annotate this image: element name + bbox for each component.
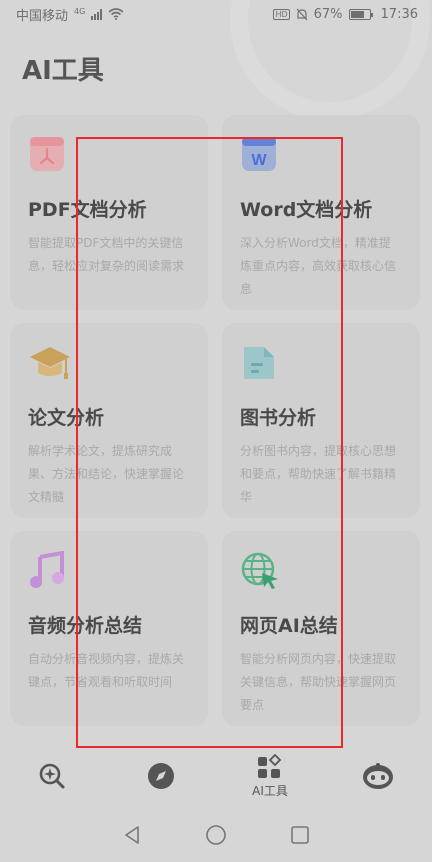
recents-button[interactable]: [285, 820, 315, 850]
wifi-icon: [108, 8, 124, 20]
network-type: 4G: [74, 6, 86, 16]
card-title: 图书分析: [240, 407, 317, 429]
card-title: 音频分析总结: [28, 615, 143, 637]
card-description: 分析图书内容，提取核心思想和要点，帮助快速了解书籍精华: [240, 444, 397, 504]
card-word-analysis[interactable]: W Word文档分析 深入分析Word文档，精准提炼重点内容，高效获取核心信息: [222, 115, 420, 310]
pdf-icon: [28, 135, 68, 175]
status-left: 中国移动 4G: [16, 5, 124, 24]
card-title: 论文分析: [28, 407, 105, 429]
nav-ai-tools-label: AI工具: [252, 783, 288, 798]
sparkle-search-icon: [39, 763, 65, 789]
battery-icon: [348, 8, 373, 20]
word-icon: W: [240, 135, 280, 175]
card-pdf-analysis[interactable]: PDF文档分析 智能提取PDF文档中的关键信息，轻松应对复杂的阅读需求: [10, 115, 208, 310]
card-audio-summary[interactable]: 音频分析总结 自动分析音视频内容，提炼关键点，节省观看和听取时间: [10, 531, 208, 726]
svg-text:W: W: [251, 152, 267, 169]
apps-grid-icon: [258, 753, 282, 778]
card-title: PDF文档分析: [28, 199, 147, 221]
hd-icon: HD: [273, 8, 290, 20]
card-book-analysis[interactable]: 图书分析 分析图书内容，提取核心思想和要点，帮助快速了解书籍精华: [222, 323, 420, 518]
status-bar: 中国移动 4G HD 67% 17:36: [0, 0, 432, 28]
compass-icon: [148, 763, 174, 789]
music-icon: [28, 550, 68, 591]
nav-profile[interactable]: [348, 748, 408, 804]
mute-bell-icon: [296, 8, 308, 20]
card-description: 解析学术论文，提炼研究成果、方法和结论，快速掌握论文精髓: [28, 444, 185, 504]
card-title: Word文档分析: [240, 199, 373, 221]
battery-percent: 67%: [313, 6, 343, 22]
home-circle-icon: [206, 825, 226, 845]
graduation-cap-icon: [28, 343, 70, 383]
recents-square-icon: [291, 826, 309, 844]
nav-search-ai[interactable]: [22, 748, 82, 804]
card-description: 智能提取PDF文档中的关键信息，轻松应对复杂的阅读需求: [28, 236, 185, 273]
bottom-nav: AI工具: [0, 748, 432, 808]
signal-icon: [91, 8, 103, 20]
home-button[interactable]: [201, 820, 231, 850]
back-triangle-icon: [125, 826, 139, 844]
card-title: 网页AI总结: [240, 615, 338, 637]
card-webpage-summary[interactable]: 网页AI总结 智能分析网页内容，快速提取关键信息，帮助快速掌握网页要点: [222, 531, 420, 726]
status-right: HD 67% 17:36: [273, 7, 418, 22]
card-thesis-analysis[interactable]: 论文分析 解析学术论文，提炼研究成果、方法和结论，快速掌握论文精髓: [10, 323, 208, 518]
globe-icon: [240, 551, 280, 591]
system-navigation-bar: [0, 808, 432, 862]
card-description: 智能分析网页内容，快速提取关键信息，帮助快速掌握网页要点: [240, 652, 397, 712]
status-time: 17:36: [380, 6, 418, 22]
page-title: AI工具: [22, 56, 104, 86]
nav-discover[interactable]: [131, 748, 191, 804]
carrier-name: 中国移动: [16, 8, 69, 24]
nav-ai-tools[interactable]: AI工具: [240, 748, 300, 804]
book-icon: [240, 343, 280, 383]
robot-avatar-icon: [363, 763, 393, 789]
back-button[interactable]: [117, 820, 147, 850]
card-description: 深入分析Word文档，精准提炼重点内容，高效获取核心信息: [240, 236, 397, 296]
card-description: 自动分析音视频内容，提炼关键点，节省观看和听取时间: [28, 652, 185, 689]
